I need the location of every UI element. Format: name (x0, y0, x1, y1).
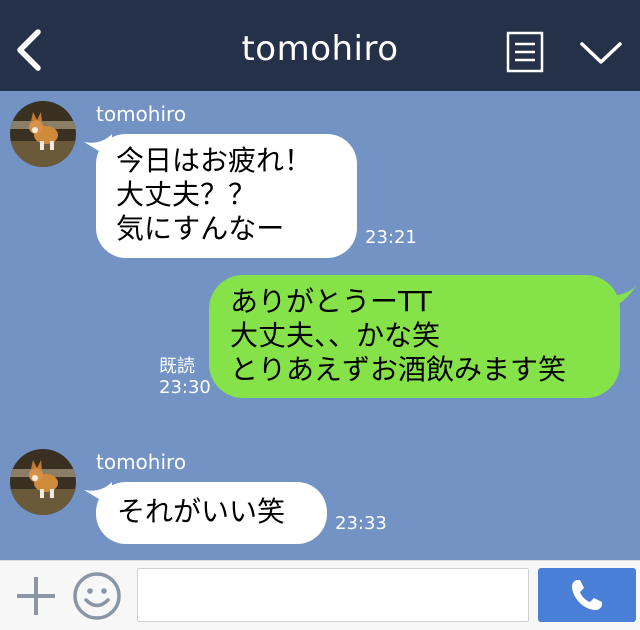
message-bubble[interactable]: それがいい笑 (96, 482, 327, 544)
call-button[interactable] (538, 568, 636, 622)
message-line: 今日はお疲れ！ (116, 144, 313, 177)
message-line: 気にすんなー (116, 212, 285, 245)
phone-icon (572, 580, 602, 610)
message-line: とりあえずお酒飲みます笑 (230, 353, 567, 386)
smile-icon[interactable] (72, 571, 122, 621)
read-label: 既読 (159, 356, 195, 377)
message-list[interactable]: tomohiro 今日はお疲れ！ 大丈夫？？ 気にすんなー 23:21 ありがと… (0, 91, 640, 560)
message-bubble[interactable]: ありがとうーTT 大丈夫、、かな笑 とりあえずお酒飲みます笑 (209, 275, 620, 398)
avatar[interactable] (10, 449, 76, 515)
read-status: 既読 23:30 (159, 357, 211, 398)
message-time: 23:33 (335, 513, 387, 534)
plus-icon[interactable] (14, 574, 58, 618)
message-time: 23:30 (159, 377, 211, 398)
list-icon[interactable] (506, 31, 544, 73)
input-bar (0, 560, 640, 630)
avatar[interactable] (10, 101, 76, 167)
bubble-tail (608, 286, 636, 310)
message-line: 大丈夫、、かな笑 (230, 319, 441, 352)
message-line: 大丈夫？？ (116, 178, 257, 211)
message-line: ありがとうーTT (230, 285, 432, 318)
message-bubble[interactable]: 今日はお疲れ！ 大丈夫？？ 気にすんなー (96, 134, 357, 258)
message-line: それがいい笑 (117, 495, 286, 528)
sender-name: tomohiro (96, 102, 187, 126)
sender-name: tomohiro (96, 450, 187, 474)
chevron-down-icon[interactable] (578, 36, 624, 70)
message-input[interactable] (137, 568, 529, 622)
chat-header: tomohiro (0, 0, 640, 91)
chat-title: tomohiro (241, 29, 399, 69)
message-time: 23:21 (365, 227, 417, 248)
